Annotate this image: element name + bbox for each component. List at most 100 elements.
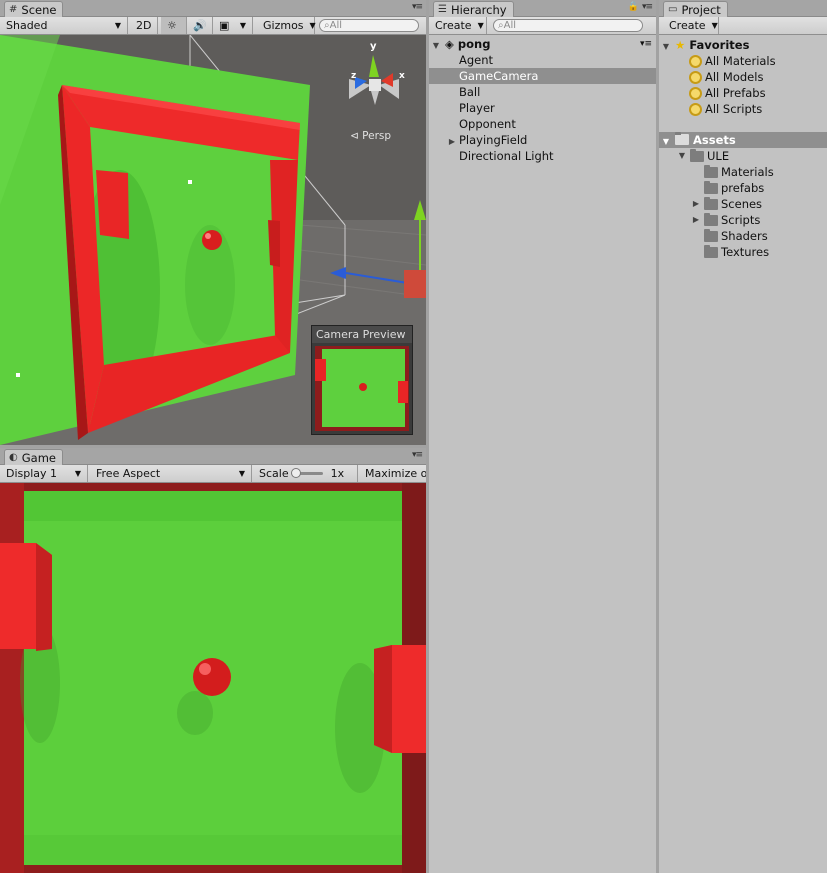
folder-item[interactable]: ▶ Scenes: [691, 196, 762, 212]
favorites-label: Favorites: [689, 38, 750, 52]
sun-icon: ☼: [167, 19, 177, 32]
star-icon: ★: [675, 38, 686, 52]
hierarchy-search-input[interactable]: ⌕ All: [493, 19, 643, 32]
hierarchy-toolbar: Create ▼ ⌕ All: [429, 17, 656, 35]
scene-toolbar: Shaded ▼ 2D ☼ 🔊 ▣ ▼ Gizmos ▼ ⌕ All: [0, 17, 426, 35]
speaker-icon: 🔊: [193, 19, 207, 32]
tab-scene-label: Scene: [21, 2, 57, 17]
scale-slider[interactable]: Scale 1x: [253, 465, 358, 482]
maximize-on-play-toggle[interactable]: Maximize on Play: [359, 465, 426, 482]
hierarchy-item[interactable]: GameCamera: [429, 68, 656, 84]
project-create-dropdown[interactable]: Create ▼: [663, 17, 719, 34]
panel-menu-icon[interactable]: ▾≡: [412, 450, 423, 460]
slider-track[interactable]: [290, 468, 323, 478]
shading-label: Shaded: [6, 19, 48, 32]
tab-scene[interactable]: # Scene: [4, 1, 64, 17]
favorite-item-label: All Models: [705, 70, 764, 84]
expand-down-icon[interactable]: ▼: [677, 148, 687, 164]
camera-preview: Camera Preview: [311, 325, 413, 435]
folder-item[interactable]: Materials: [691, 164, 774, 180]
hierarchy-tabbar: ☰ Hierarchy 🔒 ▾≡: [429, 0, 656, 17]
slider-thumb[interactable]: [290, 468, 301, 478]
axis-y-label: y: [370, 41, 377, 52]
folder-item-label: Scripts: [721, 213, 761, 227]
unity-logo-icon: ◈: [445, 37, 454, 51]
lock-icon[interactable]: 🔒: [628, 2, 639, 12]
hierarchy-item[interactable]: Player: [429, 100, 656, 116]
axis-z-label: z: [351, 71, 357, 81]
project-toolbar: Create ▼: [659, 17, 827, 35]
scene-search-placeholder: All: [329, 20, 343, 31]
favorite-item[interactable]: All Scripts: [689, 101, 762, 117]
hierarchy-item-label: Directional Light: [459, 149, 554, 163]
folder-item[interactable]: ▶ Scripts: [691, 212, 760, 228]
list-icon: ☰: [438, 4, 447, 15]
chevron-down-icon: ▼: [711, 21, 718, 30]
hierarchy-item[interactable]: Opponent: [429, 116, 656, 132]
persp-icon: ⊲: [350, 130, 359, 142]
maximize-label: Maximize on Play: [365, 467, 426, 480]
hierarchy-item-label: Opponent: [459, 117, 516, 131]
shading-dropdown[interactable]: Shaded ▼: [0, 17, 128, 34]
expand-down-icon[interactable]: ▼: [661, 134, 671, 150]
expand-right-icon[interactable]: ▶: [691, 212, 701, 228]
hierarchy-create-dropdown[interactable]: Create ▼: [429, 17, 487, 34]
folder-item[interactable]: prefabs: [691, 180, 764, 196]
favorite-item[interactable]: All Models: [689, 69, 763, 85]
lighting-toggle[interactable]: ☼: [161, 17, 187, 34]
tab-hierarchy[interactable]: ☰ Hierarchy: [433, 1, 514, 17]
assets-section[interactable]: ▼ Assets: [659, 132, 827, 148]
panel-menu-icon[interactable]: ▾≡: [642, 2, 653, 12]
tab-game[interactable]: ◐ Game: [4, 449, 63, 465]
expand-right-icon[interactable]: ▶: [691, 196, 701, 212]
tab-hierarchy-label: Hierarchy: [450, 2, 507, 17]
favorite-item[interactable]: All Materials: [689, 53, 776, 69]
camera-preview-render: [315, 346, 409, 431]
hierarchy-item[interactable]: Ball: [429, 84, 656, 100]
folder-icon: [704, 164, 718, 178]
tab-project[interactable]: ▭ Project: [663, 1, 728, 17]
tab-game-label: Game: [21, 450, 56, 465]
effects-dropdown[interactable]: ▣ ▼: [213, 17, 253, 34]
hierarchy-item[interactable]: Agent: [429, 52, 656, 68]
create-label: Create: [435, 19, 472, 32]
scene-root[interactable]: ▼ ◈ pong ▾≡: [429, 36, 656, 52]
favorites-section[interactable]: ▼ ★ Favorites: [659, 37, 827, 53]
aspect-dropdown[interactable]: Free Aspect ▼: [90, 465, 252, 482]
expand-down-icon[interactable]: ▼: [661, 39, 671, 55]
hierarchy-item-label: Agent: [459, 53, 494, 67]
display-dropdown[interactable]: Display 1 ▼: [0, 465, 88, 482]
scene-search-input[interactable]: ⌕ All: [319, 19, 419, 32]
game-toolbar: Display 1 ▼ Free Aspect ▼ Scale 1x Maxim…: [0, 465, 426, 483]
assets-label: Assets: [693, 133, 736, 147]
row-menu-icon[interactable]: ▾≡: [640, 36, 652, 52]
folder-item[interactable]: Shaders: [691, 228, 768, 244]
favorite-item-label: All Prefabs: [705, 86, 766, 100]
folder-item-label: prefabs: [721, 181, 765, 195]
project-panel: ▭ Project Create ▼ ▼ ★ Favorites All Mat…: [659, 0, 827, 873]
folder-tab-icon: ▭: [668, 4, 678, 15]
pacman-icon: ◐: [9, 452, 18, 463]
scene-viewport[interactable]: y x z ⊲ Persp Camera Preview: [0, 35, 426, 445]
favorite-item[interactable]: All Prefabs: [689, 85, 766, 101]
audio-toggle[interactable]: 🔊: [187, 17, 213, 34]
folder-ule[interactable]: ▼ ULE: [677, 148, 729, 164]
chevron-down-icon: ▼: [74, 469, 81, 478]
panel-menu-icon[interactable]: ▾≡: [412, 2, 423, 12]
gizmos-dropdown[interactable]: Gizmos ▼: [257, 17, 316, 34]
hierarchy-item[interactable]: ▶ PlayingField: [429, 132, 656, 148]
folder-item[interactable]: Textures: [691, 244, 769, 260]
2d-toggle[interactable]: 2D: [130, 17, 158, 34]
perspective-toggle[interactable]: ⊲ Persp: [350, 130, 391, 142]
folder-icon: [704, 212, 718, 226]
scene-panel: # Scene ▾≡ Shaded ▼ 2D ☼ 🔊 ▣ ▼ Gizmos ▼ …: [0, 0, 426, 445]
hierarchy-item[interactable]: Directional Light: [429, 148, 656, 164]
grid-icon: #: [9, 4, 18, 15]
game-viewport[interactable]: [0, 483, 426, 873]
image-icon: ▣: [219, 19, 230, 32]
orientation-gizmo[interactable]: y x z: [345, 41, 405, 113]
hierarchy-search-placeholder: All: [503, 20, 517, 31]
folder-item-label: Materials: [721, 165, 774, 179]
folder-icon: [704, 196, 718, 210]
folder-item-label: Scenes: [721, 197, 763, 211]
